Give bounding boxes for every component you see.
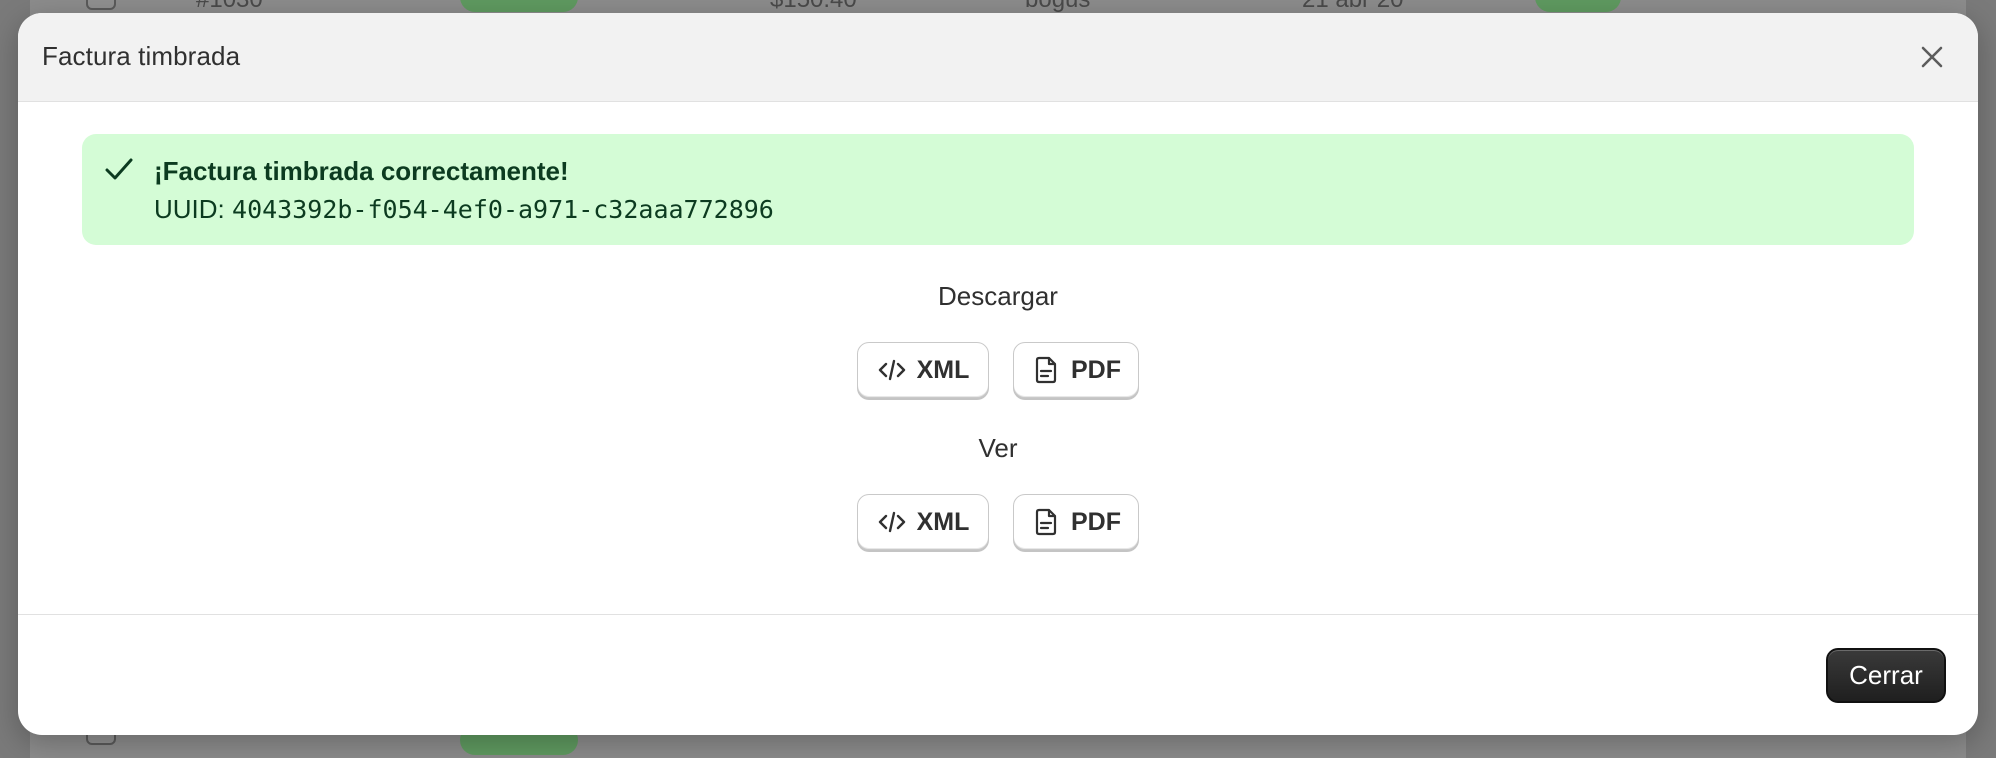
download-pdf-label: PDF: [1071, 355, 1121, 384]
tag-badge: [1535, 0, 1621, 12]
order-id: #1030: [196, 0, 263, 12]
code-icon: [878, 359, 905, 381]
uuid-label: UUID:: [154, 194, 225, 224]
banner-title: ¡Factura timbrada correctamente!: [154, 156, 569, 186]
close-modal-button[interactable]: Cerrar: [1826, 648, 1946, 703]
order-amount: $150.40: [770, 0, 857, 12]
payment-method: bogus: [1025, 0, 1090, 12]
document-icon: [1035, 508, 1057, 536]
view-xml-button[interactable]: XML: [857, 494, 989, 550]
order-date: 21 abr 20: [1302, 0, 1403, 12]
download-xml-label: XML: [916, 355, 970, 384]
view-label: Ver: [978, 433, 1018, 463]
view-pdf-label: PDF: [1071, 507, 1121, 536]
view-xml-label: XML: [916, 507, 970, 536]
code-icon: [878, 511, 905, 533]
view-pdf-button[interactable]: PDF: [1013, 494, 1139, 550]
invoice-modal: Factura timbrada ¡Factura timbrada corre…: [18, 13, 1978, 735]
status-badge: [460, 0, 578, 12]
download-xml-button[interactable]: XML: [857, 342, 989, 398]
uuid-value: 4043392b-f054-4ef0-a971-c32aaa772896: [232, 195, 774, 224]
footer-divider: [18, 614, 1978, 615]
view-buttons: XML PDF: [18, 494, 1978, 550]
checkmark-icon: [105, 158, 133, 180]
download-pdf-button[interactable]: PDF: [1013, 342, 1139, 398]
row-checkbox: [86, 0, 116, 10]
success-banner: ¡Factura timbrada correctamente! UUID: 4…: [82, 134, 1914, 245]
close-button[interactable]: [1912, 37, 1952, 77]
document-icon: [1035, 356, 1057, 384]
download-buttons: XML PDF: [18, 342, 1978, 398]
modal-header: Factura timbrada: [18, 13, 1978, 102]
modal-title: Factura timbrada: [42, 41, 241, 71]
download-label: Descargar: [938, 281, 1058, 311]
banner-uuid: UUID: 4043392b-f054-4ef0-a971-c32aaa7728…: [154, 194, 774, 225]
close-icon: [1921, 46, 1943, 68]
